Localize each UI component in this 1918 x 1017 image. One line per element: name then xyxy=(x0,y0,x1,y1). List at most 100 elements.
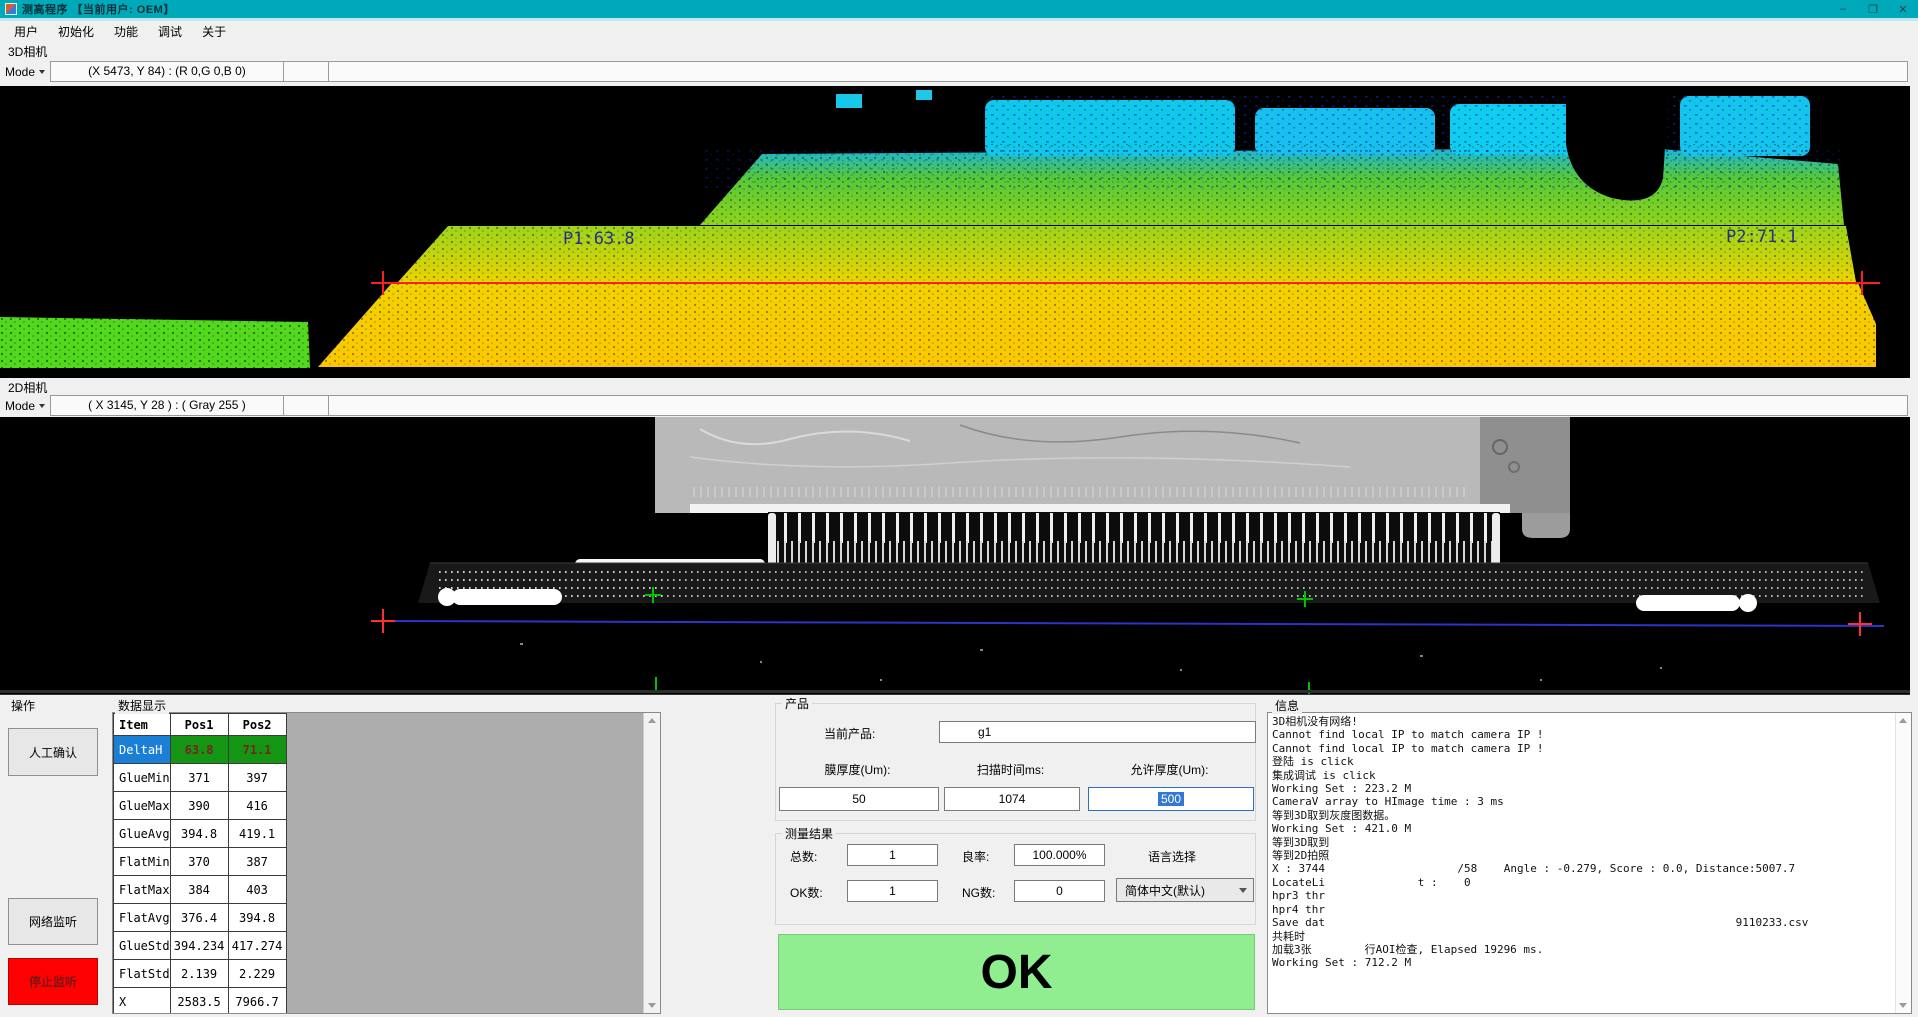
table-cell: 370 xyxy=(170,848,228,876)
log-line: 等到2D拍照 xyxy=(1272,849,1893,862)
camera2d-mode-bar: Mode ( X 3145, Y 28 ) : ( Gray 255 ) xyxy=(0,395,1910,416)
language-select[interactable]: 简体中文(默认) xyxy=(1116,878,1254,902)
column-header-item[interactable]: Item xyxy=(114,714,171,736)
language-select-value: 简体中文(默认) xyxy=(1125,882,1205,899)
log-line: hpr3 thr xyxy=(1272,889,1893,902)
table-row-glueavg[interactable]: GlueAvg 394.8 419.1 xyxy=(114,820,287,848)
column-header-pos2[interactable]: Pos2 xyxy=(228,714,286,736)
ng-count-input[interactable]: 0 xyxy=(1014,880,1105,902)
scroll-down-icon[interactable] xyxy=(1899,1003,1907,1008)
camera3d-view[interactable]: P1:63.8 P2:71.1 xyxy=(0,86,1910,378)
info-log-panel[interactable]: 3D相机没有网络! Cannot find local IP to match … xyxy=(1267,712,1912,1014)
table-cell: 2583.5 xyxy=(170,988,228,1015)
table-cell: GlueMin xyxy=(114,764,171,792)
log-text: 3D相机没有网络! Cannot find local IP to match … xyxy=(1272,715,1893,1011)
camera3d-status-box xyxy=(284,61,329,82)
camera2d-view[interactable] xyxy=(0,417,1910,695)
log-line: 登陆 is click xyxy=(1272,755,1893,768)
product-group-label: 产品 xyxy=(782,695,812,712)
yield-input[interactable]: 100.000% xyxy=(1014,844,1105,866)
scroll-up-icon[interactable] xyxy=(1899,718,1907,723)
table-cell: X xyxy=(114,988,171,1015)
table-row-gluemax[interactable]: GlueMax 390 416 xyxy=(114,792,287,820)
table-row-flatmax[interactable]: FlatMax 384 403 xyxy=(114,876,287,904)
chevron-down-icon xyxy=(39,404,45,408)
minimize-button[interactable]: – xyxy=(1828,0,1858,18)
title-bar: 测高程序 【当前用户: OEM】 – ❐ ✕ xyxy=(0,0,1918,18)
table-row-flatavg[interactable]: FlatAvg 376.4 394.8 xyxy=(114,904,287,932)
measurement-panel: 总数: 1 良率: 100.000% 语言选择 OK数: 1 NG数: 0 简体… xyxy=(775,833,1256,925)
table-cell: 376.4 xyxy=(170,904,228,932)
ok-count-input[interactable]: 1 xyxy=(847,880,938,902)
camera2d-label: 2D相机 xyxy=(8,379,47,396)
result-indicator: OK xyxy=(778,934,1255,1010)
camera3d-mode-button[interactable]: Mode xyxy=(0,61,50,82)
measurement-table[interactable]: Item Pos1 Pos2 DeltaH 63.8 71.1 GlueMin … xyxy=(113,713,287,1014)
log-line: 集成调试 is click xyxy=(1272,769,1893,782)
camera2d-mode-button-label: Mode xyxy=(5,399,35,413)
scan-time-input[interactable]: 1074 xyxy=(944,787,1080,811)
scan-time-label: 扫描时间ms: xyxy=(942,761,1079,778)
manual-confirm-button[interactable]: 人工确认 xyxy=(8,728,98,776)
scroll-down-icon[interactable] xyxy=(648,1003,656,1008)
close-button[interactable]: ✕ xyxy=(1888,0,1918,18)
camera2d-pixel-readout: ( X 3145, Y 28 ) : ( Gray 255 ) xyxy=(50,395,284,416)
table-row-flatmin[interactable]: FlatMin 370 387 xyxy=(114,848,287,876)
table-cell: FlatMax xyxy=(114,876,171,904)
log-line: Cannot find local IP to match camera IP … xyxy=(1272,742,1893,755)
table-cell: 2.229 xyxy=(228,960,286,988)
operation-label: 操作 xyxy=(8,697,38,714)
app-window: { "window": { "title": "测高程序 【当前用户: OEM】… xyxy=(0,0,1918,1017)
log-line: Working Set : 712.2 M xyxy=(1272,956,1893,969)
table-cell: 7966.7 xyxy=(228,988,286,1015)
camera3d-mode-bar: Mode (X 5473, Y 84) : (R 0,G 0,B 0) xyxy=(0,60,1910,83)
camera2d-status-box-2 xyxy=(329,395,1908,416)
table-cell: GlueStd xyxy=(114,932,171,960)
table-header-row: Item Pos1 Pos2 xyxy=(114,714,287,736)
table-cell: 394.8 xyxy=(228,904,286,932)
table-cell: 394.8 xyxy=(170,820,228,848)
total-label: 总数: xyxy=(790,848,817,865)
table-row-flatstd[interactable]: FlatStd 2.139 2.229 xyxy=(114,960,287,988)
height-map-3d-image: P1:63.8 P2:71.1 xyxy=(0,86,1910,378)
maximize-button[interactable]: ❐ xyxy=(1858,0,1888,18)
ng-count-label: NG数: xyxy=(962,884,995,901)
allow-thickness-input[interactable]: 500 xyxy=(1088,787,1254,811)
menu-item-about[interactable]: 关于 xyxy=(192,23,236,40)
camera3d-label: 3D相机 xyxy=(8,43,47,60)
table-cell: 397 xyxy=(228,764,286,792)
table-cell: DeltaH xyxy=(114,736,171,764)
ok-count-label: OK数: xyxy=(790,884,823,901)
stop-listen-button[interactable]: 停止监听 xyxy=(8,958,98,1005)
current-product-input[interactable]: g1 xyxy=(939,721,1256,743)
table-scrollbar[interactable] xyxy=(643,713,660,1013)
log-line: hpr4 thr xyxy=(1272,903,1893,916)
camera2d-status-box xyxy=(284,395,329,416)
table-row-gluestd[interactable]: GlueStd 394.234 417.274 xyxy=(114,932,287,960)
log-line: 等到3D取到 xyxy=(1272,836,1893,849)
camera2d-mode-button[interactable]: Mode xyxy=(0,395,50,416)
menu-item-debug[interactable]: 调试 xyxy=(148,23,192,40)
bottom-panel: 操作 人工确认 网络监听 停止监听 数据显示 Item Pos1 Pos2 De… xyxy=(0,695,1918,1017)
table-row-gluemin[interactable]: GlueMin 371 397 xyxy=(114,764,287,792)
scroll-up-icon[interactable] xyxy=(648,718,656,723)
menu-item-function[interactable]: 功能 xyxy=(104,23,148,40)
menu-item-user[interactable]: 用户 xyxy=(4,23,48,40)
language-label: 语言选择 xyxy=(1148,848,1238,865)
menu-item-init[interactable]: 初始化 xyxy=(48,23,104,40)
table-row-deltah[interactable]: DeltaH 63.8 71.1 xyxy=(114,736,287,764)
film-thickness-input[interactable]: 50 xyxy=(779,787,939,811)
p2-measurement-label: P2:71.1 xyxy=(1726,227,1798,247)
table-row-x[interactable]: X 2583.5 7966.7 xyxy=(114,988,287,1015)
log-line: 等到3D取到灰度图数据。 xyxy=(1272,809,1893,822)
data-display-label: 数据显示 xyxy=(115,697,169,714)
log-line: LocateLi t : 0 xyxy=(1272,876,1893,889)
total-input[interactable]: 1 xyxy=(847,844,938,866)
column-header-pos1[interactable]: Pos1 xyxy=(170,714,228,736)
window-title: 测高程序 【当前用户: OEM】 xyxy=(22,1,175,17)
table-cell: FlatAvg xyxy=(114,904,171,932)
info-group-label: 信息 xyxy=(1272,697,1302,714)
film-thickness-label: 膜厚度(Um): xyxy=(776,761,939,778)
log-scrollbar[interactable] xyxy=(1895,713,1911,1013)
network-listen-button[interactable]: 网络监听 xyxy=(8,898,98,945)
